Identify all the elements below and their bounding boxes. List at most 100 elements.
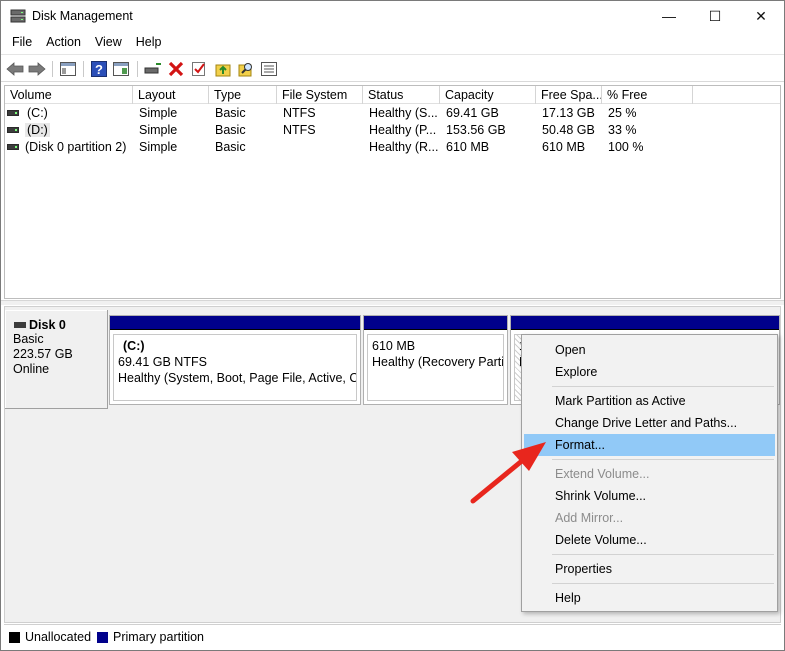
menu-item-add-mirror[interactable]: Add Mirror... xyxy=(524,507,775,529)
cell-capacity: 153.56 GB xyxy=(446,123,506,137)
partition-bar xyxy=(511,316,779,330)
cell-type: Basic xyxy=(215,140,246,154)
disk-name: Disk 0 xyxy=(29,318,66,332)
minimize-button[interactable]: — xyxy=(646,1,692,31)
properties-icon[interactable] xyxy=(111,59,131,79)
cell-free-space: 610 MB xyxy=(542,140,586,154)
column-header-layout[interactable]: Layout xyxy=(133,86,209,104)
toolbar: ? xyxy=(1,54,784,82)
cell-free-space: 50.48 GB xyxy=(542,123,595,137)
disk-size: 223.57 GB xyxy=(13,347,73,361)
cell-status: Healthy (P... xyxy=(369,123,437,137)
menu-bar: File Action View Help xyxy=(1,31,784,53)
table-row[interactable]: (C:) Simple Basic NTFS Healthy (S... 69.… xyxy=(5,105,780,122)
maximize-button[interactable]: ☐ xyxy=(692,1,738,31)
disk-0-label[interactable]: Disk 0 Basic 223.57 GB Online xyxy=(5,310,108,409)
partition-status: Healthy (Recovery Partiti xyxy=(372,355,504,369)
table-row[interactable]: (D:) Simple Basic NTFS Healthy (P... 153… xyxy=(5,122,780,139)
legend-swatch-primary xyxy=(97,631,109,643)
cell-layout: Simple xyxy=(139,106,178,120)
partition-size: 610 MB xyxy=(372,339,416,353)
menu-separator xyxy=(552,583,774,584)
column-header-free-space[interactable]: Free Spa... xyxy=(536,86,602,104)
cell-layout: Simple xyxy=(139,140,178,154)
disk-management-window: Disk Management — ☐ ✕ File Action View H… xyxy=(0,0,785,651)
drive-icon xyxy=(7,127,19,133)
cell-volume: (D:) xyxy=(25,123,50,137)
cell-status: Healthy (S... xyxy=(369,106,438,120)
toolbar-separator xyxy=(137,61,138,77)
svg-text:?: ? xyxy=(95,62,103,77)
menu-help[interactable]: Help xyxy=(129,31,169,53)
search-icon[interactable] xyxy=(236,59,256,79)
pane-splitter[interactable] xyxy=(1,300,784,305)
partition-c[interactable]: (C:) 69.41 GB NTFS Healthy (System, Boot… xyxy=(109,315,361,405)
menu-item-extend-volume[interactable]: Extend Volume... xyxy=(524,463,775,485)
list-icon[interactable] xyxy=(259,59,279,79)
minimize-icon: — xyxy=(662,8,676,24)
legend-primary-partition: Primary partition xyxy=(113,630,205,644)
window-title: Disk Management xyxy=(32,9,133,23)
forward-icon[interactable] xyxy=(27,59,47,79)
disk-management-icon xyxy=(10,9,26,23)
legend: Unallocated Primary partition xyxy=(4,624,781,649)
menu-item-delete-volume[interactable]: Delete Volume... xyxy=(524,529,775,551)
cell-capacity: 610 MB xyxy=(446,140,490,154)
partition-label: (C:) xyxy=(123,339,145,353)
menu-item-mark-active[interactable]: Mark Partition as Active xyxy=(524,390,775,412)
menu-item-open[interactable]: Open xyxy=(524,339,775,361)
close-button[interactable]: ✕ xyxy=(738,1,784,31)
column-header-capacity[interactable]: Capacity xyxy=(440,86,536,104)
help-icon[interactable]: ? xyxy=(89,59,109,79)
volume-list-header: Volume Layout Type File System Status Ca… xyxy=(5,86,780,104)
cell-file-system: NTFS xyxy=(283,123,316,137)
cell-percent-free: 100 % xyxy=(608,140,644,154)
toolbar-separator xyxy=(83,61,84,77)
legend-swatch-unallocated xyxy=(9,631,20,643)
delete-icon[interactable] xyxy=(166,59,186,79)
menu-item-change-drive-letter[interactable]: Change Drive Letter and Paths... xyxy=(524,412,775,434)
back-icon[interactable] xyxy=(5,59,25,79)
cell-status: Healthy (R... xyxy=(369,140,439,154)
menu-separator xyxy=(552,386,774,387)
console-tree-icon[interactable] xyxy=(58,59,78,79)
column-header-volume[interactable]: Volume xyxy=(5,86,133,104)
menu-item-help[interactable]: Help xyxy=(524,587,775,609)
cell-capacity: 69.41 GB xyxy=(446,106,499,120)
disk-type: Basic xyxy=(13,332,44,346)
menu-item-explore[interactable]: Explore xyxy=(524,361,775,383)
menu-separator xyxy=(552,459,774,460)
menu-item-properties[interactable]: Properties xyxy=(524,558,775,580)
cell-type: Basic xyxy=(215,123,246,137)
table-row[interactable]: (Disk 0 partition 2) Simple Basic Health… xyxy=(5,139,780,156)
partition-size: 69.41 GB NTFS xyxy=(118,355,207,369)
menu-item-shrink-volume[interactable]: Shrink Volume... xyxy=(524,485,775,507)
column-header-status[interactable]: Status xyxy=(363,86,440,104)
cell-volume: (C:) xyxy=(27,106,48,120)
cell-percent-free: 25 % xyxy=(608,106,637,120)
cell-volume: (Disk 0 partition 2) xyxy=(25,140,127,154)
column-header-percent-free[interactable]: % Free xyxy=(602,86,693,104)
cell-type: Basic xyxy=(215,106,246,120)
partition-bar xyxy=(364,316,507,330)
menu-file[interactable]: File xyxy=(5,31,39,53)
partition-body: 610 MB Healthy (Recovery Partiti xyxy=(367,334,504,401)
cell-free-space: 17.13 GB xyxy=(542,106,595,120)
column-header-file-system[interactable]: File System xyxy=(277,86,363,104)
column-header-type[interactable]: Type xyxy=(209,86,277,104)
menu-item-format[interactable]: Format... xyxy=(524,434,775,456)
drive-icon xyxy=(7,110,19,116)
legend-unallocated: Unallocated xyxy=(25,630,92,644)
close-icon: ✕ xyxy=(755,7,767,24)
volume-list: Volume Layout Type File System Status Ca… xyxy=(4,85,781,299)
check-icon[interactable] xyxy=(189,59,209,79)
partition-bar xyxy=(110,316,360,330)
title-bar: Disk Management — ☐ ✕ xyxy=(1,1,784,31)
connect-drive-icon[interactable] xyxy=(143,59,163,79)
menu-view[interactable]: View xyxy=(88,31,129,53)
partition-recovery[interactable]: 610 MB Healthy (Recovery Partiti xyxy=(363,315,508,405)
folder-up-icon[interactable] xyxy=(213,59,233,79)
disk-state: Online xyxy=(13,362,50,376)
menu-action[interactable]: Action xyxy=(39,31,88,53)
maximize-icon: ☐ xyxy=(708,7,722,24)
